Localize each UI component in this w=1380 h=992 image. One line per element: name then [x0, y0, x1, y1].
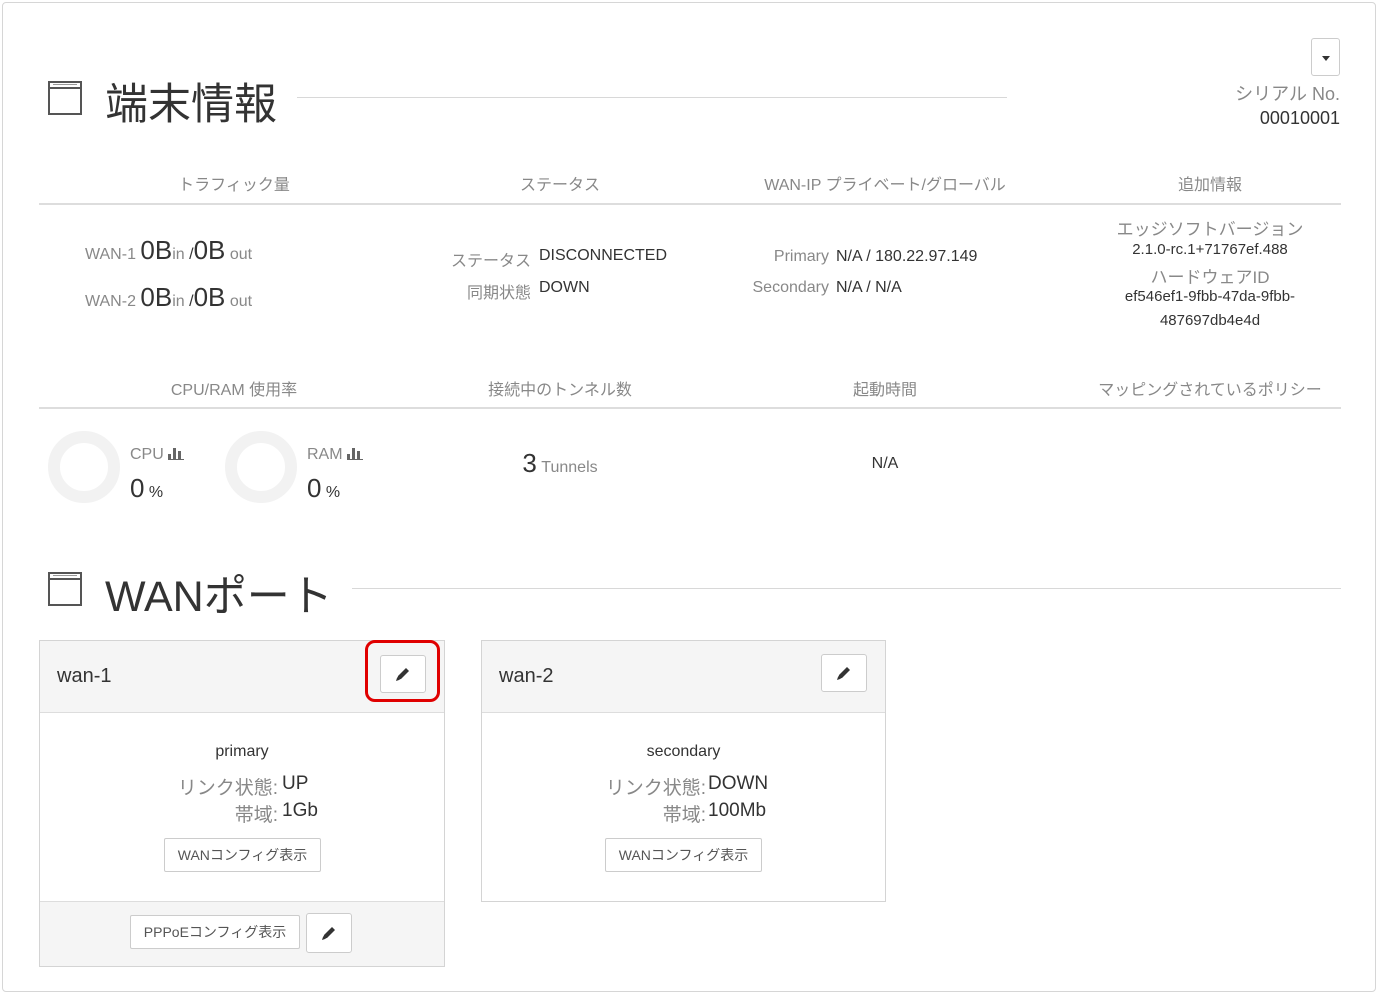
pencil-icon [837, 667, 850, 680]
traffic-out-unit: out [229, 293, 253, 310]
column-header-wan-ip: WAN-IP プライベート/グローバル [764, 177, 1006, 194]
ram-value-row: 0 % [307, 473, 340, 504]
ram-label: RAM [307, 446, 343, 463]
header-rule-top [39, 203, 1341, 205]
secondary-value: N/A / N/A [836, 279, 902, 296]
card-title: wan-2 [499, 665, 554, 687]
hardware-id-value-2: 487697db4e4d [1159, 312, 1261, 329]
traffic-out-value: 0B [193, 235, 226, 265]
serial-value: 00010001 [1259, 108, 1340, 128]
bandwidth-value: 1Gb [282, 800, 318, 821]
traffic-in-unit: in [172, 293, 185, 310]
primary-value: N/A / 180.22.97.149 [836, 248, 978, 265]
column-header-status: ステータス [519, 177, 600, 194]
tunnel-count: 3 [522, 448, 537, 478]
card-title: wan-1 [57, 665, 112, 687]
link-status-value: DOWN [708, 773, 769, 794]
link-status-label: リンク状態: [605, 778, 706, 799]
column-header-policies: マッピングされているポリシー [1098, 382, 1322, 399]
traffic-wan-2: WAN-2 0Bin /0B out [85, 282, 252, 313]
edit-button[interactable] [821, 654, 867, 692]
card-header: wan-2 [482, 641, 885, 713]
bar-chart-icon[interactable] [347, 446, 364, 460]
page-title: 端末情報 [105, 81, 277, 129]
wan-role: primary [215, 743, 269, 760]
bandwidth-label: 帯域: [234, 805, 278, 826]
traffic-wan-1: WAN-1 0Bin /0B out [85, 235, 252, 266]
link-status-value: UP [282, 773, 309, 794]
traffic-label: WAN-1 [85, 246, 136, 263]
ram-label-row: RAM [307, 446, 364, 464]
window-icon [48, 81, 82, 115]
title-divider [297, 97, 1007, 98]
bandwidth-value: 100Mb [708, 800, 767, 821]
ram-unit: % [325, 484, 341, 501]
cpu-unit: % [148, 484, 164, 501]
primary-label: Primary [773, 248, 829, 265]
cpu-label: CPU [130, 446, 164, 463]
column-header-extra-info: 追加情報 [1177, 177, 1242, 194]
cpu-label-row: CPU [130, 446, 185, 464]
wan-config-button[interactable]: WANコンフィグ表示 [605, 838, 762, 872]
column-header-cpu-ram: CPU/RAM 使用率 [170, 382, 298, 399]
sync-label: 同期状態 [466, 285, 531, 302]
traffic-in-unit: in [172, 246, 185, 263]
bandwidth-label: 帯域: [662, 805, 706, 826]
cpu-gauge [48, 431, 120, 503]
pppoe-config-button[interactable]: PPPoEコンフィグ表示 [130, 915, 300, 949]
status-label: ステータス [450, 253, 531, 270]
column-header-traffic: トラフィック量 [178, 177, 290, 194]
uptime-value: N/A [871, 455, 899, 472]
wan-config-button[interactable]: WANコンフィグ表示 [164, 838, 321, 872]
card-footer: PPPoEコンフィグ表示 [40, 901, 444, 966]
secondary-label: Secondary [752, 279, 830, 296]
section-title-wan-ports: WANポート [105, 573, 333, 621]
wan-role: secondary [646, 743, 721, 760]
ram-value: 0 [307, 473, 322, 503]
dropdown-button[interactable] [1311, 38, 1340, 76]
traffic-out-value: 0B [193, 282, 226, 312]
ram-gauge [225, 431, 297, 503]
sync-value: DOWN [539, 279, 590, 296]
traffic-label: WAN-2 [85, 293, 136, 310]
hardware-id-value-1: ef546ef1-9fbb-47da-9fbb- [1124, 288, 1296, 305]
traffic-in-value: 0B [140, 282, 173, 312]
traffic-in-value: 0B [140, 235, 173, 265]
link-status-label: リンク状態: [177, 778, 278, 799]
header-rule-bottom [39, 407, 1341, 409]
highlight-box [365, 640, 440, 702]
serial-label: シリアル No. [1235, 84, 1340, 104]
tunnel-count-row: 3 Tunnels [400, 448, 720, 479]
cpu-value: 0 [130, 473, 145, 503]
window-icon [48, 572, 82, 606]
bar-chart-icon[interactable] [168, 446, 185, 460]
traffic-out-unit: out [229, 246, 253, 263]
cpu-value-row: 0 % [130, 473, 163, 504]
hardware-id-label: ハードウェアID [1150, 268, 1270, 287]
edge-version-value: 2.1.0-rc.1+71767ef.488 [1132, 241, 1288, 258]
edge-version-label: エッジソフトバージョン [1116, 220, 1304, 239]
wan-card-2: wan-2 secondary リンク状態: DOWN 帯域: 100Mb WA… [481, 640, 886, 902]
status-value: DISCONNECTED [539, 247, 668, 264]
section-divider [352, 588, 1341, 589]
column-header-tunnels: 接続中のトンネル数 [488, 382, 632, 399]
pppoe-edit-button[interactable] [306, 913, 352, 953]
column-header-uptime: 起動時間 [852, 382, 917, 399]
tunnel-unit: Tunnels [541, 459, 598, 476]
pencil-icon [322, 927, 335, 940]
